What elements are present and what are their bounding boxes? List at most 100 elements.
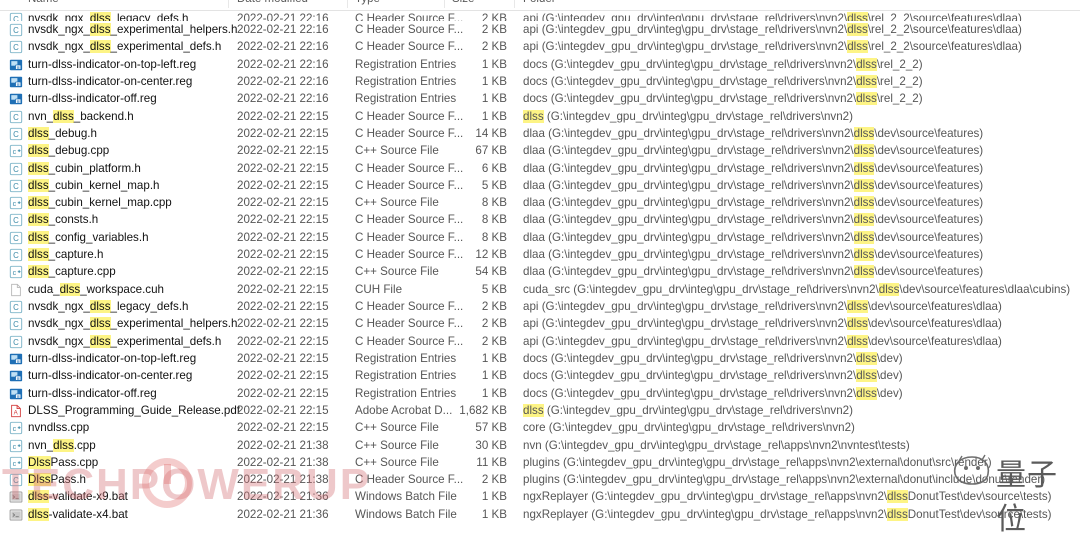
- file-row[interactable]: c DlssPass.cpp 2022-02-21 21:38 C++ Source …: [0, 454, 1080, 471]
- column-divider[interactable]: [444, 0, 445, 8]
- file-row[interactable]: c dlss_debug.cpp 2022-02-21 22:15 C++ Sourc…: [0, 142, 1080, 159]
- generic-file-icon: [9, 283, 23, 297]
- column-header-size[interactable]: Size: [452, 0, 474, 5]
- folder-path-cell: dlaa (G:\integdev_gpu_drv\integ\gpu_drv\…: [523, 125, 983, 142]
- file-row[interactable]: turn-dlss-indicator-off.reg 2022-02-21 22…: [0, 90, 1080, 107]
- c-header-file-icon: C: [9, 110, 23, 124]
- file-name-cell-suffix: _consts.h: [48, 213, 99, 227]
- file-name-cell: dlss_debug.h: [28, 125, 97, 142]
- column-divider[interactable]: [228, 0, 229, 8]
- folder-path-cell-highlight: dlss: [853, 248, 875, 262]
- file-explorer-results-list[interactable]: Name Date modified Type Size Folder Cnvs…: [0, 0, 1080, 521]
- folder-path-cell: cuda_src (G:\integdev_gpu_drv\integ\gpu_…: [523, 281, 1070, 298]
- file-row[interactable]: turn-dlss-indicator-off.reg 2022-02-21 22…: [0, 385, 1080, 402]
- folder-path-cell-suffix: \dev\source\features): [874, 196, 984, 210]
- column-header-type[interactable]: Type: [355, 0, 380, 5]
- file-row[interactable]: turn-dlss-indicator-on-top-left.reg 2022-…: [0, 56, 1080, 73]
- folder-path-cell: dlaa (G:\integdev_gpu_drv\integ\gpu_drv\…: [523, 177, 983, 194]
- folder-path-cell-suffix: \dev\source\features): [874, 230, 984, 244]
- folder-path-cell-highlight: dlss: [853, 144, 875, 158]
- file-name-cell-prefix: nvn_: [28, 109, 54, 123]
- folder-path-cell-prefix: api (G:\integdev_gpu_drv\integ\gpu_drv\s…: [523, 40, 848, 54]
- column-header-date-modified[interactable]: Date modified: [237, 0, 308, 5]
- folder-path-cell-suffix: \dev\source\features): [874, 161, 984, 175]
- file-row[interactable]: Cdlss_cubin_platform.h 2022-02-21 22:15 C …: [0, 160, 1080, 177]
- cpp-source-file-icon: c: [9, 439, 23, 453]
- folder-path-cell: ngxReplayer (G:\integdev_gpu_drv\integ\g…: [523, 506, 1051, 523]
- column-divider[interactable]: [347, 0, 348, 8]
- file-row[interactable]: Cnvsdk_ngx_dlss_experimental_defs.h 2022-…: [0, 38, 1080, 55]
- cpp-source-file-icon: c: [9, 144, 23, 158]
- file-name-cell-suffix: _workspace.cuh: [80, 282, 164, 296]
- c-header-file-icon: C: [9, 335, 23, 349]
- folder-path-cell-highlight: dlss: [847, 23, 868, 36]
- folder-path-cell-prefix: plugins (G:\integdev_gpu_drv\integ\gpu_d…: [523, 455, 992, 469]
- c-header-file-icon: C: [9, 300, 23, 314]
- folder-path-cell-prefix: api (G:\integdev_gpu_drv\integ\gpu_drv\s…: [523, 300, 848, 313]
- file-size-cell: 54 KB: [475, 265, 507, 279]
- file-row[interactable]: Cnvsdk_ngx_dlss_legacy_defs.h 2022-02-21 …: [0, 298, 1080, 315]
- file-name-cell-prefix: DLSS_Programming_Guide_Release.pdf: [28, 403, 241, 417]
- file-row[interactable]: Cnvsdk_ngx_dlss_experimental_helpers.h 20…: [0, 21, 1080, 38]
- column-divider[interactable]: [514, 0, 515, 8]
- file-size-cell: 1 KB: [481, 92, 507, 106]
- file-row[interactable]: c nvn_dlss.cpp 2022-02-21 21:38 C++ Source …: [0, 437, 1080, 454]
- file-rows-container[interactable]: Cnvsdk_ngx_dlss_legacy_defs.h 2022-02-21 …: [0, 10, 1080, 523]
- svg-text:C: C: [13, 234, 19, 243]
- file-row[interactable]: Cnvn_dlss_backend.h 2022-02-21 22:15 C Hea…: [0, 108, 1080, 125]
- folder-path-cell-highlight: dlss: [847, 40, 868, 54]
- file-row[interactable]: Cdlss_config_variables.h 2022-02-21 22:15…: [0, 229, 1080, 246]
- file-row[interactable]: c dlss_capture.cpp 2022-02-21 22:15 C++ Sou…: [0, 263, 1080, 280]
- file-name-cell-suffix: _capture.h: [48, 248, 104, 262]
- file-name-cell-highlight: dlss: [59, 282, 81, 296]
- file-row[interactable]: dlss-validate-x4.bat 2022-02-21 21:36 Wind…: [0, 506, 1080, 523]
- date-modified-cell: 2022-02-21 21:36: [237, 490, 329, 504]
- folder-path-cell-prefix: cuda_src (G:\integdev_gpu_drv\integ\gpu_…: [523, 282, 879, 296]
- folder-path-cell: dlss (G:\integdev_gpu_drv\integ\gpu_drv\…: [523, 108, 853, 125]
- folder-path-cell: api (G:\integdev_gpu_drv\integ\gpu_drv\s…: [523, 298, 1002, 315]
- file-row[interactable]: Cnvsdk_ngx_dlss_experimental_defs.h 2022-…: [0, 333, 1080, 350]
- file-name-cell: dlss_cubin_platform.h: [28, 160, 141, 177]
- file-name-cell-suffix: -validate-x9.bat: [48, 490, 128, 504]
- file-row[interactable]: Cdlss_cubin_kernel_map.h 2022-02-21 22:15…: [0, 177, 1080, 194]
- folder-path-cell-prefix: docs (G:\integdev_gpu_drv\integ\gpu_drv\…: [523, 369, 857, 383]
- file-row[interactable]: Cdlss_capture.h 2022-02-21 22:15 C Header …: [0, 246, 1080, 263]
- folder-path-cell-prefix: api (G:\integdev_gpu_drv\integ\gpu_drv\s…: [523, 12, 848, 21]
- file-row[interactable]: turn-dlss-indicator-on-top-left.reg 2022-…: [0, 350, 1080, 367]
- file-row[interactable]: turn-dlss-indicator-on-center.reg 2022-02…: [0, 73, 1080, 90]
- file-name-cell: turn-dlss-indicator-off.reg: [28, 385, 157, 402]
- file-row[interactable]: Cnvsdk_ngx_dlss_legacy_defs.h 2022-02-21 …: [0, 10, 1080, 21]
- folder-path-cell-prefix: dlaa (G:\integdev_gpu_drv\integ\gpu_drv\…: [523, 213, 854, 227]
- file-row[interactable]: dlss-validate-x9.bat 2022-02-21 21:36 Wind…: [0, 488, 1080, 505]
- date-modified-cell: 2022-02-21 22:15: [237, 369, 329, 383]
- file-row[interactable]: C DlssPass.h 2022-02-21 21:38 C Header Sour…: [0, 471, 1080, 488]
- file-row[interactable]: c nvndlss.cpp 2022-02-21 22:15 C++ Source F…: [0, 419, 1080, 436]
- date-modified-cell: 2022-02-21 22:15: [237, 317, 329, 331]
- column-header-folder[interactable]: Folder: [523, 0, 556, 5]
- column-header-name[interactable]: Name: [28, 0, 59, 5]
- file-name-cell-suffix: -validate-x4.bat: [48, 507, 128, 521]
- file-row[interactable]: Cdlss_debug.h 2022-02-21 22:15 C Header So…: [0, 125, 1080, 142]
- folder-path-cell-prefix: api (G:\integdev_gpu_drv\integ\gpu_drv\s…: [523, 23, 848, 36]
- folder-path-cell-suffix: \dev\source\features): [874, 144, 984, 158]
- file-row[interactable]: cuda_dlss_workspace.cuh 2022-02-21 22:15 C…: [0, 281, 1080, 298]
- c-header-file-icon: C: [9, 213, 23, 227]
- folder-path-cell-highlight: dlss: [856, 369, 877, 383]
- folder-path-cell: api (G:\integdev_gpu_drv\integ\gpu_drv\s…: [523, 38, 1022, 55]
- file-row[interactable]: Cnvsdk_ngx_dlss_experimental_helpers.h 20…: [0, 315, 1080, 332]
- file-size-cell: 11 KB: [476, 455, 507, 469]
- file-name-cell-highlight: Dlss: [28, 455, 51, 469]
- file-row[interactable]: A DLSS_Programming_Guide_Release.pdf 2022-…: [0, 402, 1080, 419]
- folder-path-cell-suffix: \rel_2_2\source\features\dlaa): [867, 23, 1022, 36]
- date-modified-cell: 2022-02-21 22:15: [237, 126, 329, 140]
- folder-path-cell-highlight: dlss: [853, 161, 875, 175]
- file-name-cell-suffix: _debug.cpp: [48, 144, 110, 158]
- date-modified-cell: 2022-02-21 21:38: [237, 473, 329, 487]
- file-name-cell: nvsdk_ngx_dlss_legacy_defs.h: [28, 10, 189, 21]
- svg-text:c: c: [13, 426, 17, 433]
- file-name-cell-highlight: dlss: [28, 144, 49, 158]
- file-row[interactable]: Cdlss_consts.h 2022-02-21 22:15 C Header S…: [0, 211, 1080, 228]
- file-row[interactable]: turn-dlss-indicator-on-center.reg 2022-02…: [0, 367, 1080, 384]
- folder-path-cell-prefix: docs (G:\integdev_gpu_drv\integ\gpu_drv\…: [523, 92, 857, 106]
- file-row[interactable]: c dlss_cubin_kernel_map.cpp 2022-02-21 22:…: [0, 194, 1080, 211]
